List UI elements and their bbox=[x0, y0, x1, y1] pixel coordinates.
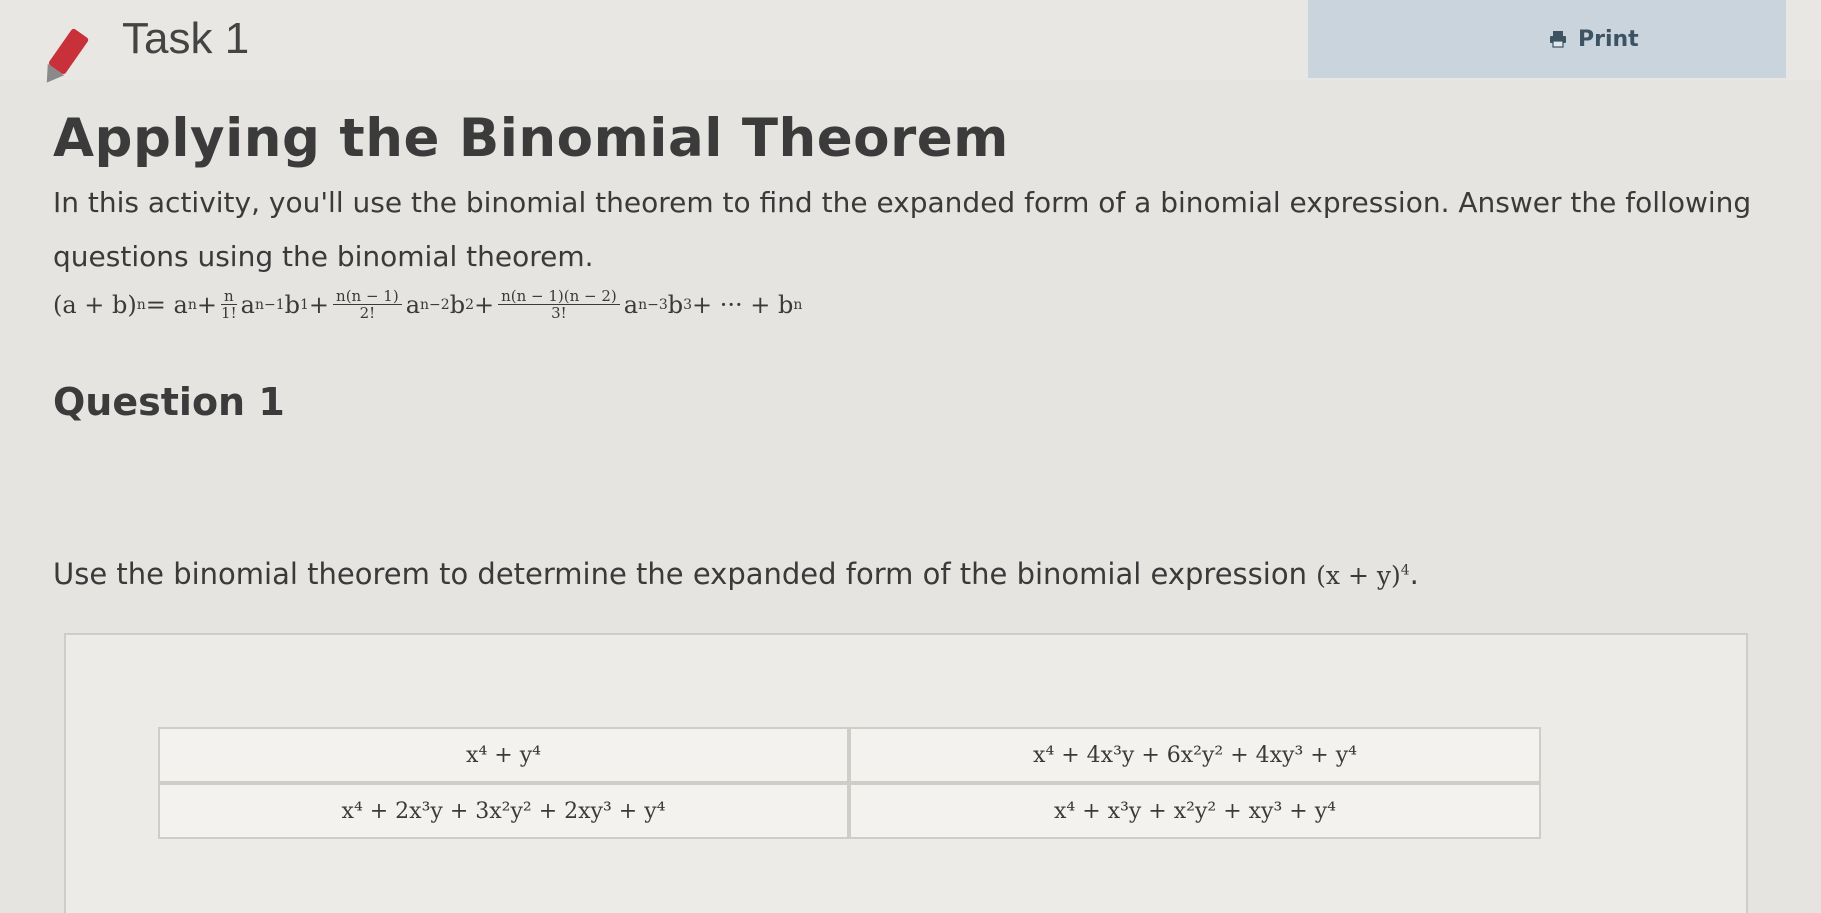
print-label: Print bbox=[1578, 26, 1639, 52]
answer-option-1[interactable]: x⁴ + y⁴ bbox=[158, 727, 849, 783]
task-title: Task 1 bbox=[122, 14, 250, 63]
answer-option-3[interactable]: x⁴ + 2x³y + 3x²y² + 2xy³ + y⁴ bbox=[158, 783, 849, 839]
answer-option-4[interactable]: x⁴ + x³y + x²y² + xy³ + y⁴ bbox=[849, 783, 1541, 839]
printer-icon bbox=[1550, 31, 1566, 48]
question-expression: (x + y)4 bbox=[1316, 561, 1410, 590]
intro-text: In this activity, you'll use the binomia… bbox=[53, 186, 1752, 273]
question-title: Question 1 bbox=[53, 380, 285, 424]
question-text: Use the binomial theorem to determine th… bbox=[53, 557, 1419, 591]
answer-options: x⁴ + y⁴ x⁴ + 4x³y + 6x²y² + 4xy³ + y⁴ x⁴… bbox=[158, 727, 1541, 839]
page-title: Applying the Binomial Theorem bbox=[53, 108, 1009, 169]
fraction-3: n(n − 1)(n − 2) 3! bbox=[498, 288, 620, 321]
answer-option-2[interactable]: x⁴ + 4x³y + 6x²y² + 4xy³ + y⁴ bbox=[849, 727, 1541, 783]
print-button[interactable]: Print bbox=[1308, 0, 1786, 78]
fraction-1: n 1! bbox=[220, 287, 237, 322]
fraction-2: n(n − 1) 2! bbox=[333, 288, 402, 321]
binomial-formula: (a + b) n = an + n 1! a n−1 b 1 + n(n − 1) 2! … bbox=[53, 287, 803, 322]
